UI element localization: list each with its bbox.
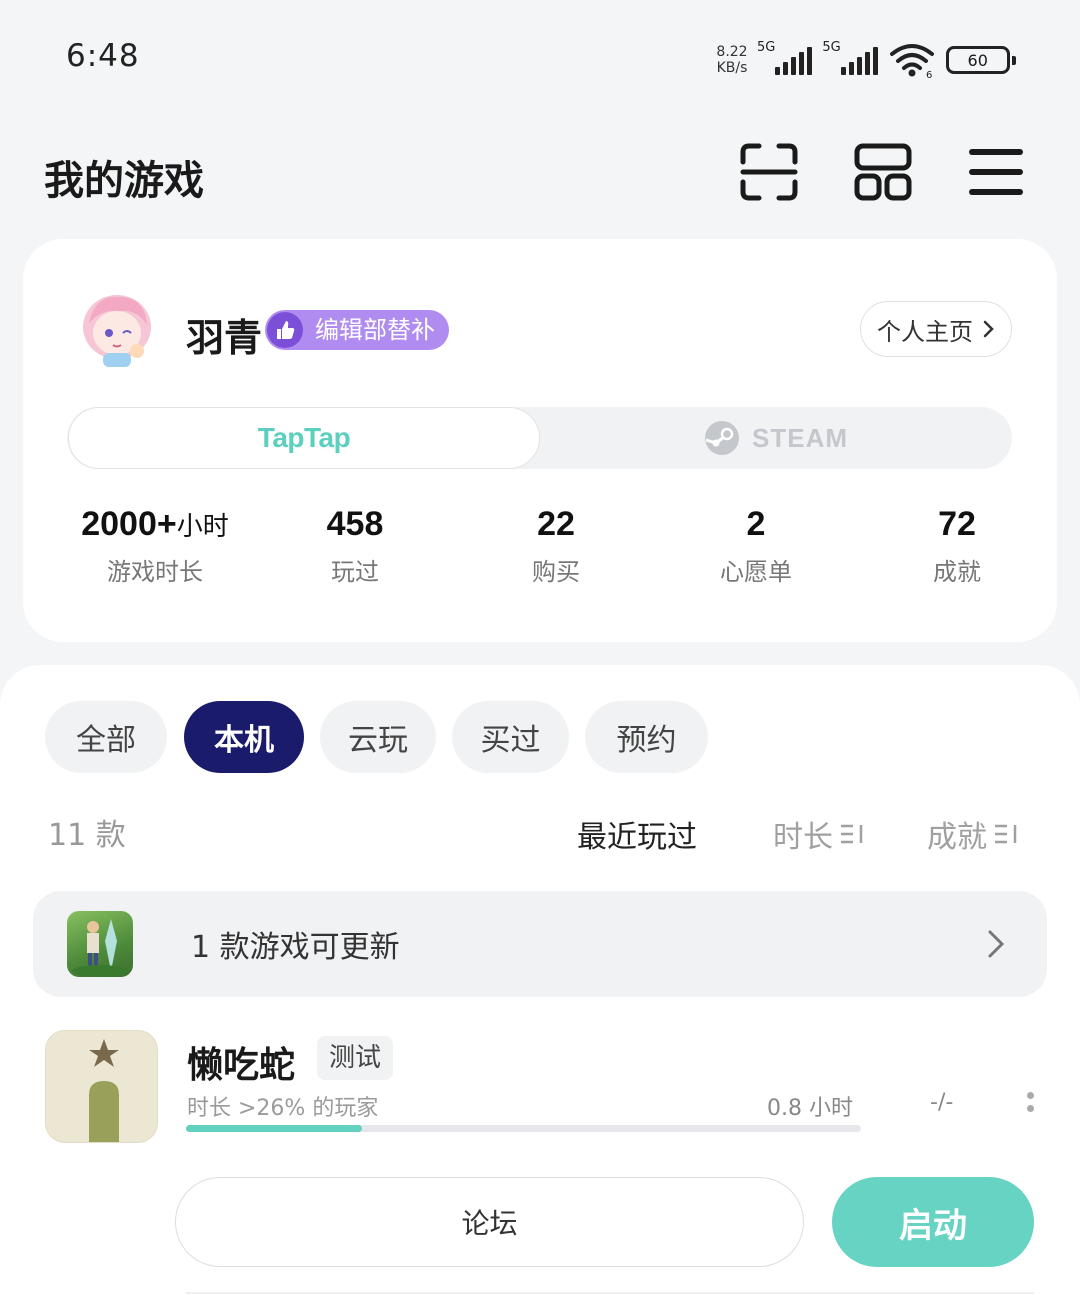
net-speed-unit: KB/s [716,60,748,76]
username: 羽青 [186,316,263,360]
signal-1-icon [775,45,813,75]
filter-reserved[interactable]: 预约 [585,701,708,773]
page-title: 我的游戏 [44,158,204,204]
sort-order-icon [841,824,863,844]
test-tag: 测试 [317,1036,394,1080]
sort-recent-label: 最近玩过 [577,820,697,855]
scan-icon[interactable] [739,142,799,202]
tab-steam-label: STEAM [752,422,848,453]
game-achievements: -/- [930,1090,954,1115]
tab-taptap-label: TapTap [257,422,351,453]
filter-bought[interactable]: 买过 [452,701,569,773]
more-options-icon[interactable] [1027,1092,1037,1112]
stat-wishlist[interactable]: 2 心愿单 [656,505,856,587]
update-text: 1 款游戏可更新 [191,930,400,965]
update-game-thumbnail [67,911,133,977]
game-hours: 0.8 小时 [767,1096,853,1121]
chevron-right-icon [988,930,1005,958]
net-speed: 8.22 KB/s [707,44,757,76]
sort-duration[interactable]: 时长 [773,812,865,856]
game-title[interactable]: 懒吃蛇 [187,1036,295,1088]
update-available-banner[interactable]: 1 款游戏可更新 [33,891,1047,997]
wifi-label: 6 [926,70,932,79]
stat-purchased-value: 22 [537,505,575,543]
status-indicators: 8.22 KB/s 5G 5G 6 60 [707,38,1016,82]
forum-label: 论坛 [461,1207,518,1240]
stat-achievements-value: 72 [938,505,976,543]
battery-level: 60 [967,50,988,70]
steam-icon [705,421,739,455]
stat-playtime[interactable]: 2000+小时 游戏时长 [55,505,255,587]
apps-grid-icon[interactable] [853,142,913,202]
stat-achievements[interactable]: 72 成就 [857,505,1057,587]
stat-wishlist-label: 心愿单 [720,558,792,586]
sort-order-icon [995,824,1017,844]
stat-purchased-label: 购买 [532,558,580,586]
filter-cloud[interactable]: 云玩 [320,701,436,773]
stat-wishlist-value: 2 [746,505,766,543]
tab-taptap[interactable]: TapTap [68,407,540,469]
stat-playtime-unit: 小时 [176,511,229,541]
sort-achievement-label: 成就 [927,820,987,855]
stat-achievements-label: 成就 [933,558,981,586]
signal-2-icon [840,45,878,75]
sort-duration-label: 时长 [773,820,833,855]
game-count: 11 款 [48,818,126,853]
sort-achievement[interactable]: 成就 [927,812,1019,856]
launch-label: 启动 [899,1205,967,1246]
homepage-label: 个人主页 [877,317,973,346]
filter-local[interactable]: 本机 [184,701,304,773]
stat-playtime-label: 游戏时长 [107,558,203,586]
avatar[interactable] [75,287,159,371]
net-speed-value: 8.22 [716,44,748,60]
profile-homepage-button[interactable]: 个人主页 [860,301,1012,357]
battery-icon: 60 [945,46,1016,74]
signal-1-label: 5G [757,40,776,55]
filter-all[interactable]: 全部 [45,701,167,773]
thumbs-up-icon [267,312,303,348]
stat-purchased[interactable]: 22 购买 [456,505,656,587]
stat-played[interactable]: 458 玩过 [255,505,455,587]
launch-button[interactable]: 启动 [832,1177,1034,1267]
stat-played-value: 458 [326,505,384,543]
playtime-percentile: 时长 >26% 的玩家 [187,1096,379,1121]
divider [186,1292,1034,1294]
tab-steam[interactable]: STEAM [540,407,1012,469]
signal-2-label: 5G [822,40,841,55]
menu-icon[interactable] [966,142,1026,202]
badge-label: 编辑部替补 [315,316,435,344]
wifi-icon: 6 [889,44,934,79]
sort-recent[interactable]: 最近玩过 [577,812,697,856]
editor-badge: 编辑部替补 [265,310,449,350]
game-icon[interactable] [45,1030,158,1143]
stat-playtime-value: 2000+ [81,505,177,543]
status-time: 6:48 [66,38,140,74]
stat-played-label: 玩过 [331,558,379,586]
chevron-right-icon [983,320,994,338]
playtime-progress-fill [186,1125,362,1132]
forum-button[interactable]: 论坛 [175,1177,804,1267]
